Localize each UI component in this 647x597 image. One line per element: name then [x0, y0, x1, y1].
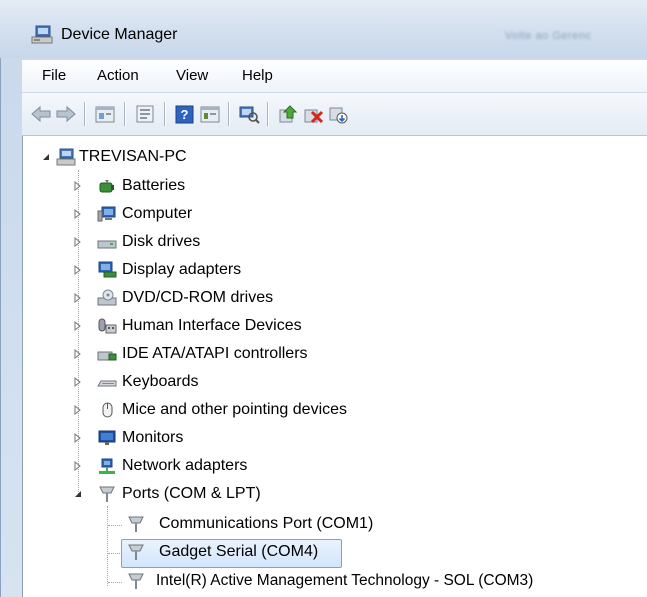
blurred-title-text: Volte ao Gerenc	[505, 30, 592, 42]
update-driver-software-icon[interactable]	[277, 104, 299, 124]
tree-category-ports[interactable]: Ports (COM & LPT)	[23, 483, 623, 507]
hid-icon	[98, 318, 117, 334]
computer-root-icon	[56, 148, 76, 166]
uninstall-icon[interactable]	[302, 104, 324, 124]
tree-device-gadget-serial[interactable]: Gadget Serial (COM4)	[23, 541, 643, 565]
tree-category-keyboards[interactable]: Keyboards	[23, 371, 623, 395]
tree-category-ide-ata-atapi-controllers[interactable]: IDE ATA/ATAPI controllers	[23, 343, 623, 367]
ide-controller-icon	[97, 351, 117, 361]
port-icon	[99, 486, 115, 502]
svg-text:?: ?	[181, 107, 189, 122]
device-manager-icon	[31, 25, 53, 44]
monitor-icon	[98, 430, 116, 445]
toolbar-separator	[228, 102, 229, 126]
category-label: Display adapters	[122, 261, 242, 278]
disk-drive-icon	[97, 240, 117, 249]
expand-arrow-icon[interactable]	[74, 265, 82, 275]
toolbar-separator	[124, 102, 125, 126]
tree-device-communications-port[interactable]: Communications Port (COM1)	[23, 513, 643, 537]
toolbar-separator	[84, 102, 85, 126]
window-title: Device Manager	[61, 26, 178, 43]
device-label: Intel(R) Active Management Technology - …	[156, 572, 534, 589]
category-label: Network adapters	[122, 457, 248, 474]
category-label: IDE ATA/ATAPI controllers	[122, 345, 308, 362]
toolbar-separator	[164, 102, 165, 126]
network-adapter-icon	[99, 458, 115, 474]
expand-arrow-icon[interactable]	[74, 293, 82, 303]
port-icon	[128, 544, 144, 560]
back-icon[interactable]	[30, 104, 52, 124]
help-icon[interactable]: ?	[174, 104, 196, 124]
tree-device-intel-amt-sol[interactable]: Intel(R) Active Management Technology - …	[23, 570, 643, 594]
tree-root[interactable]: TREVISAN-PC	[23, 146, 623, 170]
tree-category-display-adapters[interactable]: Display adapters	[23, 259, 623, 283]
collapse-arrow-icon[interactable]	[42, 152, 50, 162]
tree-category-network-adapters[interactable]: Network adapters	[23, 455, 623, 479]
menu-bar: File Action View Help	[22, 60, 647, 93]
expand-arrow-icon[interactable]	[74, 405, 82, 415]
mouse-icon	[102, 402, 113, 418]
device-label: Communications Port (COM1)	[159, 515, 374, 532]
menu-view[interactable]: View	[176, 67, 208, 84]
category-label: Disk drives	[122, 233, 201, 250]
expand-arrow-icon[interactable]	[74, 433, 82, 443]
expand-arrow-icon[interactable]	[74, 237, 82, 247]
collapse-arrow-icon[interactable]	[74, 489, 82, 499]
expand-arrow-icon[interactable]	[74, 321, 82, 331]
category-label: Monitors	[122, 429, 184, 446]
category-label: Batteries	[122, 177, 186, 194]
keyboard-icon	[97, 380, 117, 387]
category-label: DVD/CD-ROM drives	[122, 289, 274, 306]
device-tree[interactable]: TREVISAN-PC Batteries Computer Disk driv…	[22, 136, 647, 597]
port-icon	[128, 573, 144, 589]
update-driver-icon[interactable]	[199, 104, 221, 124]
category-label: Ports (COM & LPT)	[122, 485, 261, 502]
menu-help[interactable]: Help	[242, 67, 273, 84]
tree-category-mice[interactable]: Mice and other pointing devices	[23, 399, 623, 423]
root-label: TREVISAN-PC	[79, 148, 187, 165]
enable-device-icon[interactable]	[327, 104, 349, 124]
port-icon	[128, 516, 144, 532]
menu-action[interactable]: Action	[97, 67, 139, 84]
expand-arrow-icon[interactable]	[74, 461, 82, 471]
forward-icon[interactable]	[55, 104, 77, 124]
display-adapter-icon	[98, 261, 117, 278]
device-manager-window: Device Manager Volte ao Gerenc File Acti…	[0, 0, 647, 597]
toolbar-separator	[267, 102, 268, 126]
properties-list-icon[interactable]	[94, 104, 116, 124]
category-label: Mice and other pointing devices	[122, 401, 348, 418]
tree-category-disk-drives[interactable]: Disk drives	[23, 231, 623, 255]
computer-icon	[97, 206, 116, 222]
category-label: Computer	[122, 205, 193, 222]
expand-arrow-icon[interactable]	[74, 209, 82, 219]
category-label: Keyboards	[122, 373, 199, 390]
category-label: Human Interface Devices	[122, 317, 302, 334]
expand-arrow-icon[interactable]	[74, 377, 82, 387]
properties-icon[interactable]	[134, 104, 156, 124]
device-label: Gadget Serial (COM4)	[159, 543, 319, 560]
expand-arrow-icon[interactable]	[74, 349, 82, 359]
dvd-drive-icon	[97, 289, 117, 306]
tree-category-dvd-cd-rom-drives[interactable]: DVD/CD-ROM drives	[23, 287, 623, 311]
toolbar: ?	[22, 93, 647, 136]
scan-hardware-icon[interactable]	[238, 104, 260, 124]
tree-category-batteries[interactable]: Batteries	[23, 175, 623, 199]
expand-arrow-icon[interactable]	[74, 181, 82, 191]
title-bar[interactable]: Device Manager Volte ao Gerenc	[0, 0, 647, 58]
tree-category-human-interface-devices[interactable]: Human Interface Devices	[23, 315, 623, 339]
tree-category-computer[interactable]: Computer	[23, 203, 623, 227]
battery-icon	[99, 180, 114, 193]
menu-file[interactable]: File	[42, 67, 66, 84]
tree-category-monitors[interactable]: Monitors	[23, 427, 623, 451]
